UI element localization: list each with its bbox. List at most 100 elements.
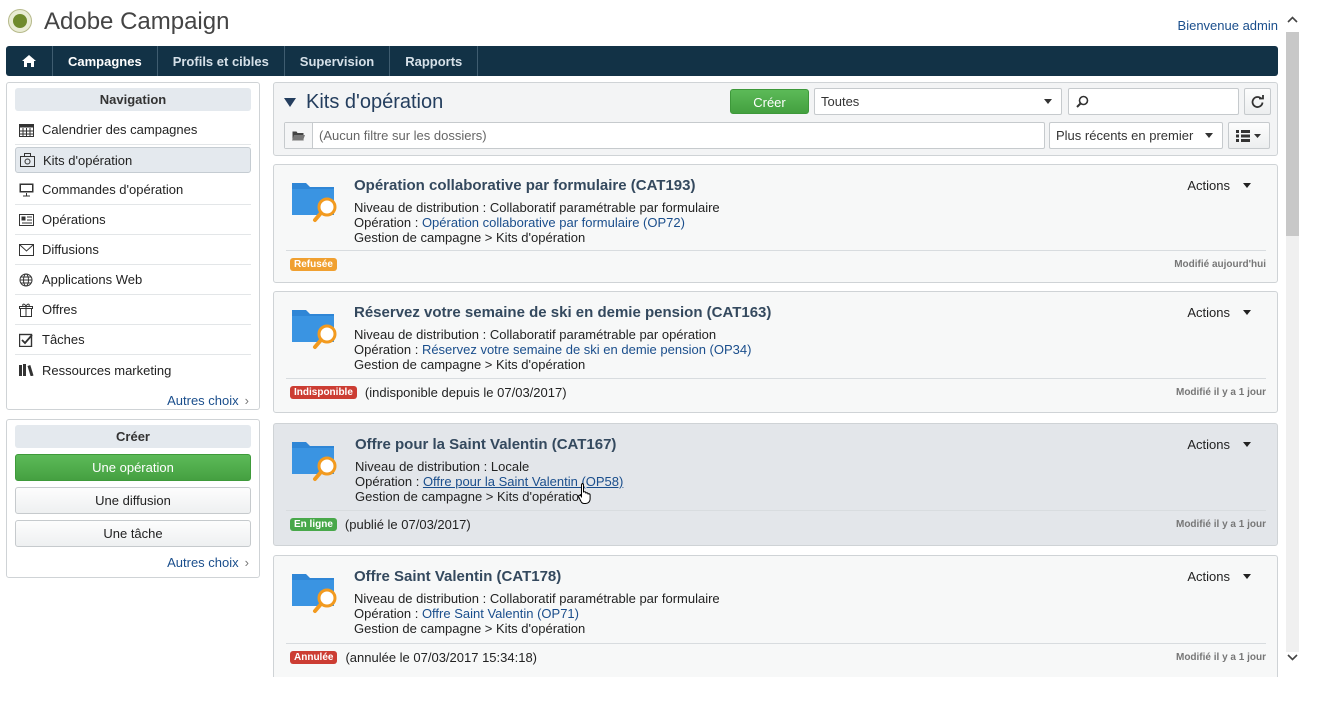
distribution-value: Collaboratif paramétrable par formulaire	[489, 591, 720, 606]
catalog-card[interactable]: Offre Saint Valentin (CAT178) Actions Ni…	[273, 555, 1278, 677]
refresh-button[interactable]	[1244, 88, 1271, 115]
create-button[interactable]: Créer	[730, 89, 809, 114]
distribution-label: Niveau de distribution	[354, 200, 480, 215]
breadcrumb: Gestion de campagne > Kits d'opération	[354, 621, 586, 636]
card-title[interactable]: Offre Saint Valentin (CAT178)	[354, 568, 561, 585]
catalog-card[interactable]: Opération collaborative par formulaire (…	[273, 164, 1278, 283]
calendar-icon	[18, 123, 34, 137]
create-more-link[interactable]: Autres choix ›	[7, 555, 249, 570]
status-filter-value: Toutes	[821, 94, 860, 109]
catalog-card[interactable]: Offre pour la Saint Valentin (CAT167) Ac…	[273, 423, 1278, 546]
navigation-list: Calendrier des campagnes Kits d'opératio…	[15, 115, 251, 385]
card-title[interactable]: Réservez votre semaine de ski en demie p…	[354, 304, 771, 321]
scroll-thumb[interactable]	[1286, 32, 1299, 236]
modified-date: Modifié il y a 1 jour	[1175, 519, 1266, 530]
sidebar-item-applications-web[interactable]: Applications Web	[15, 265, 251, 295]
operation-link[interactable]: Offre Saint Valentin (OP71)	[422, 606, 579, 621]
page-title[interactable]: Kits d'opération	[284, 91, 443, 114]
sidebar-item-ressources-marketing[interactable]: Ressources marketing	[15, 355, 251, 385]
folder-filter-input[interactable]: (Aucun filtre sur les dossiers)	[284, 122, 1045, 149]
sidebar-item-calendrier[interactable]: Calendrier des campagnes	[15, 115, 251, 145]
sidebar-item-diffusions[interactable]: Diffusions	[15, 235, 251, 265]
envelope-icon	[18, 243, 34, 257]
adobe-campaign-logo[interactable]	[8, 9, 32, 33]
welcome-user-link[interactable]: Bienvenue admin	[1178, 18, 1278, 33]
card-title[interactable]: Opération collaborative par formulaire (…	[354, 177, 695, 194]
search-input[interactable]	[1068, 88, 1239, 115]
topnav-campagnes[interactable]: Campagnes	[53, 46, 158, 76]
status-filter-select[interactable]: Toutes	[814, 88, 1062, 115]
actions-menu-button[interactable]: Actions	[1187, 437, 1251, 452]
distribution-value: Locale	[490, 459, 530, 474]
folder-search-icon	[292, 574, 337, 613]
sidebar-item-offres[interactable]: Offres	[15, 295, 251, 325]
operation-label: Opération	[354, 606, 412, 621]
topnav-supervision[interactable]: Supervision	[285, 46, 391, 76]
breadcrumb: Gestion de campagne > Kits d'opération	[354, 230, 586, 245]
sidebar-item-operations[interactable]: Opérations	[15, 205, 251, 235]
create-operation-button[interactable]: Une opération	[15, 454, 251, 481]
sidebar-item-taches[interactable]: Tâches	[15, 325, 251, 355]
actions-label: Actions	[1187, 305, 1230, 320]
create-more-label: Autres choix	[167, 555, 239, 570]
card-footer: Indisponible (indisponible depuis le 07/…	[286, 378, 1266, 406]
breadcrumb: Gestion de campagne > Kits d'opération	[355, 489, 587, 504]
create-diffusion-button[interactable]: Une diffusion	[15, 487, 251, 514]
operation-line: Opération : Réservez votre semaine de sk…	[354, 342, 752, 357]
actions-menu-button[interactable]: Actions	[1187, 178, 1251, 193]
sidebar-item-kits-operation[interactable]: Kits d'opération	[15, 147, 251, 173]
distribution-label: Niveau de distribution	[354, 327, 480, 342]
modified-date: Modifié il y a 1 jour	[1175, 652, 1266, 663]
actions-menu-button[interactable]: Actions	[1187, 305, 1251, 320]
sidebar-item-label: Tâches	[42, 332, 85, 347]
topnav-profils-et-cibles[interactable]: Profils et cibles	[158, 46, 285, 76]
caret-down-icon	[1243, 442, 1251, 447]
status-note: (publié le 07/03/2017)	[344, 517, 471, 532]
page-scrollbar[interactable]	[1284, 8, 1300, 676]
search-icon	[1076, 95, 1089, 108]
card-footer: En ligne (publié le 07/03/2017) Modifié …	[286, 510, 1266, 538]
actions-menu-button[interactable]: Actions	[1187, 569, 1251, 584]
actions-label: Actions	[1187, 569, 1230, 584]
folder-open-icon[interactable]	[285, 123, 313, 148]
view-mode-button[interactable]	[1228, 122, 1270, 149]
chevron-right-icon: ›	[244, 555, 249, 570]
distribution-value: Collaboratif paramétrable par formulaire	[489, 200, 720, 215]
create-task-button[interactable]: Une tâche	[15, 520, 251, 547]
chevron-right-icon: ›	[244, 393, 249, 408]
home-button[interactable]	[6, 46, 53, 76]
operation-label: Opération	[354, 215, 412, 230]
distribution-label: Niveau de distribution	[354, 591, 480, 606]
collapse-triangle-icon	[284, 98, 296, 107]
card-title[interactable]: Offre pour la Saint Valentin (CAT167)	[355, 436, 616, 453]
sidebar-item-label: Opérations	[42, 212, 106, 227]
navigation-more-link[interactable]: Autres choix ›	[7, 393, 249, 408]
scroll-down-icon[interactable]	[1286, 650, 1299, 664]
home-icon	[22, 55, 36, 67]
presentation-icon	[18, 183, 34, 197]
modified-date: Modifié il y a 1 jour	[1175, 387, 1266, 398]
status-note: (indisponible depuis le 07/03/2017)	[364, 385, 567, 400]
page-title-label: Kits d'opération	[306, 91, 444, 113]
catalog-card[interactable]: Réservez votre semaine de ski en demie p…	[273, 291, 1278, 413]
status-badge: Indisponible	[290, 386, 357, 399]
operation-link[interactable]: Réservez votre semaine de ski en demie p…	[422, 342, 752, 357]
operation-link[interactable]: Offre pour la Saint Valentin (OP58)	[423, 474, 623, 489]
sidebar-item-commandes-operation[interactable]: Commandes d'opération	[15, 175, 251, 205]
sort-select[interactable]: Plus récents en premier	[1049, 122, 1223, 149]
navigation-panel: Navigation Calendrier des campagnes Kits…	[6, 82, 260, 410]
sidebar-item-label: Kits d'opération	[43, 152, 133, 168]
distribution-line: Niveau de distribution : Locale	[355, 459, 530, 474]
caret-down-icon	[1044, 99, 1052, 104]
caret-down-icon	[1243, 574, 1251, 579]
sidebar-item-label: Diffusions	[42, 242, 99, 257]
app-header: Adobe Campaign Bienvenue admin	[0, 0, 1300, 44]
operation-link[interactable]: Opération collaborative par formulaire (…	[422, 215, 685, 230]
topnav-rapports[interactable]: Rapports	[390, 46, 479, 76]
status-note: (annulée le 07/03/2017 15:34:18)	[345, 650, 537, 665]
scroll-up-icon[interactable]	[1286, 12, 1299, 26]
sidebar-item-label: Applications Web	[42, 272, 143, 287]
globe-icon	[18, 273, 34, 287]
operations-icon	[18, 213, 34, 227]
card-footer: Refusée Modifié aujourd'hui	[286, 250, 1266, 278]
